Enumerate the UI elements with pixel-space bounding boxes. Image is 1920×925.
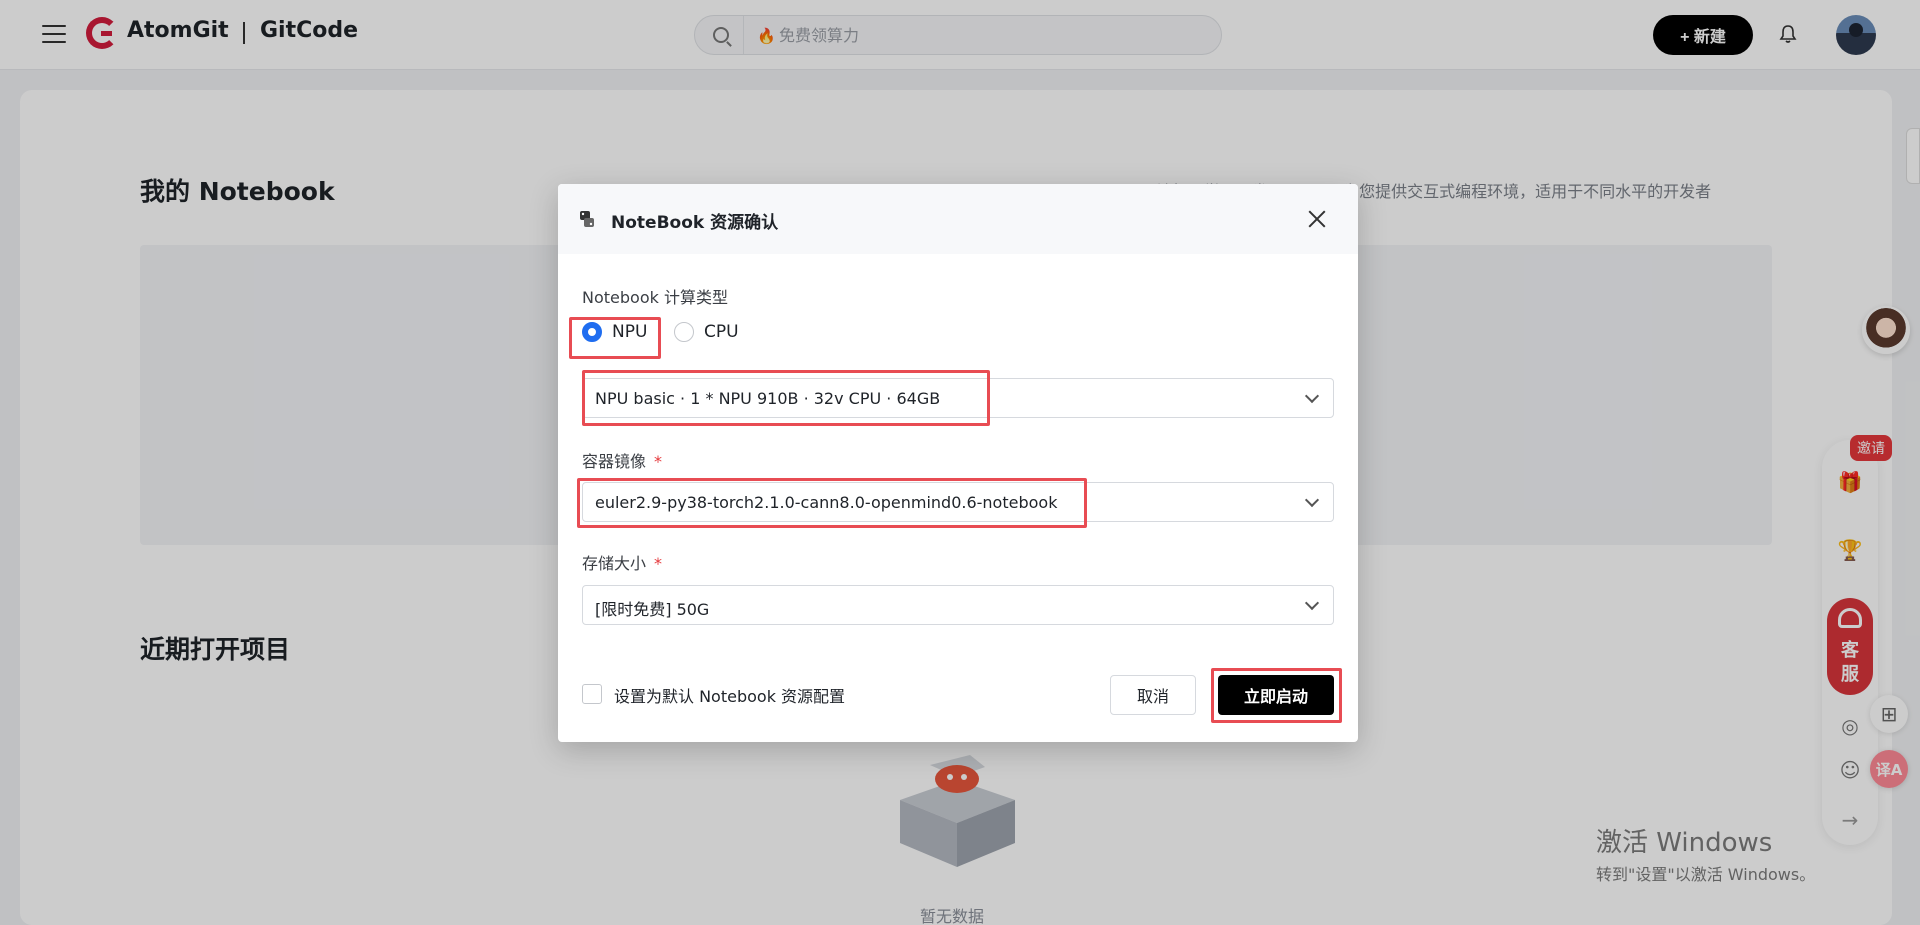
required-mark: *	[654, 554, 663, 573]
compute-spec-select[interactable]: NPU basic · 1 * NPU 910B · 32v CPU · 64G…	[582, 378, 1334, 418]
radio-cpu-dot	[674, 322, 694, 342]
close-icon[interactable]	[1306, 208, 1328, 230]
dialog-header: NoteBook 资源确认	[558, 184, 1358, 254]
start-button[interactable]: 立即启动	[1218, 675, 1334, 715]
dialog-title: NoteBook 资源确认	[611, 213, 779, 233]
chevron-down-icon	[1304, 492, 1320, 508]
compute-type-label: Notebook 计算类型	[582, 288, 728, 307]
required-mark: *	[654, 452, 663, 471]
chevron-down-icon	[1304, 595, 1320, 611]
container-image-label-text: 容器镜像	[582, 452, 647, 471]
radio-cpu-label: CPU	[704, 322, 739, 342]
container-image-value: euler2.9-py38-torch2.1.0-cann8.0-openmin…	[595, 493, 1058, 512]
default-config-label[interactable]: 设置为默认 Notebook 资源配置	[614, 683, 845, 707]
radio-npu[interactable]: NPU	[582, 322, 647, 342]
radio-npu-label: NPU	[612, 322, 648, 342]
chevron-down-icon	[1304, 388, 1320, 404]
python-icon	[580, 211, 594, 227]
storage-size-value: [限时免费] 50G	[595, 600, 710, 619]
compute-spec-value: NPU basic · 1 * NPU 910B · 32v CPU · 64G…	[595, 389, 941, 408]
container-image-label: 容器镜像 *	[582, 448, 662, 472]
radio-npu-dot	[582, 322, 602, 342]
radio-cpu[interactable]: CPU	[674, 322, 739, 342]
notebook-resource-dialog: NoteBook 资源确认 Notebook 计算类型 NPU CPU NPU …	[558, 184, 1358, 742]
container-image-select[interactable]: euler2.9-py38-torch2.1.0-cann8.0-openmin…	[582, 482, 1334, 522]
storage-size-label-text: 存储大小	[582, 554, 647, 573]
default-config-checkbox[interactable]	[582, 684, 602, 704]
cancel-button[interactable]: 取消	[1110, 675, 1196, 715]
storage-size-select[interactable]: [限时免费] 50G	[582, 585, 1334, 625]
storage-size-label: 存储大小 *	[582, 550, 662, 574]
